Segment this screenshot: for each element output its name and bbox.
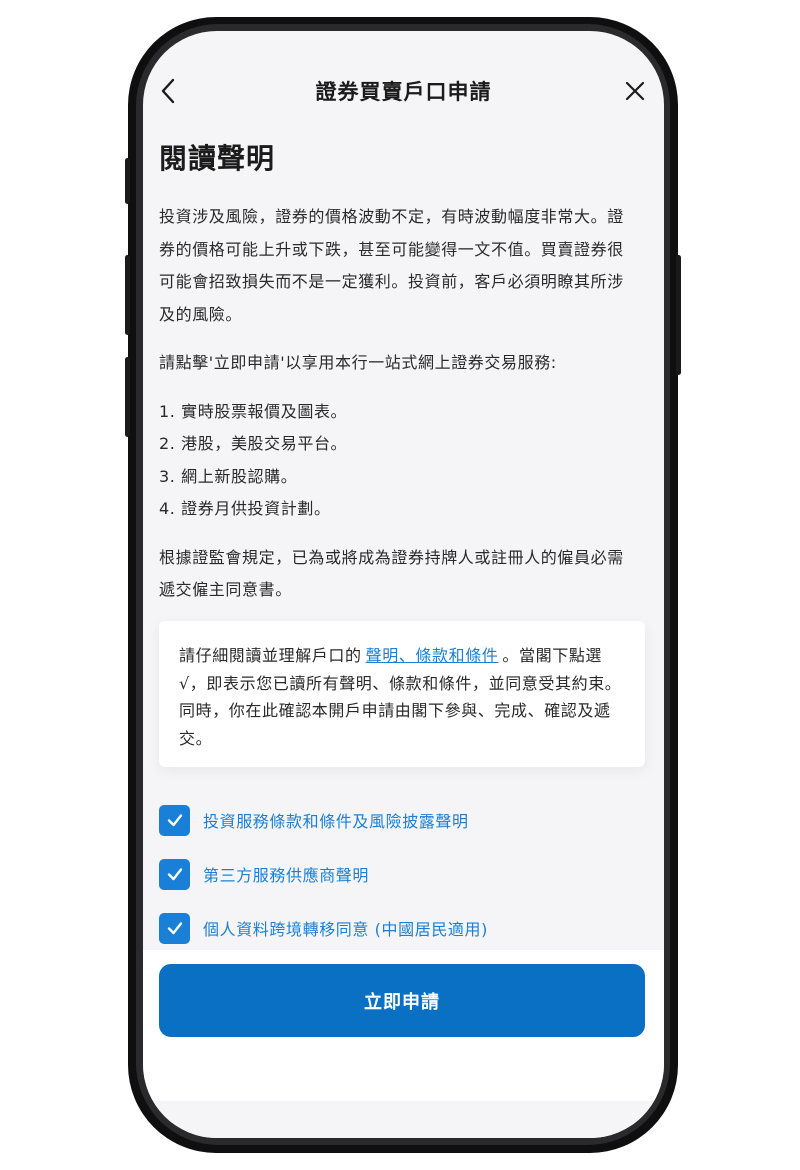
app-screen: 證券買賣戶口申請 閱讀聲明 投資涉及風險，證券的價格波動不定，有時波動幅度非常大… [143, 31, 664, 1138]
page-title: 證券買賣戶口申請 [315, 80, 492, 104]
list-item: 3. 網上新股認購。 [159, 466, 298, 486]
service-list: 1. 實時股票報價及圖表。 2. 港股，美股交易平台。 3. 網上新股認購。 4… [159, 396, 639, 526]
close-icon [625, 81, 645, 101]
close-button[interactable] [623, 78, 647, 104]
terms-link[interactable]: 聲明、條款和條件 [366, 646, 499, 665]
consent-row-data-transfer[interactable]: 個人資料跨境轉移同意 (中國居民適用) [159, 901, 639, 955]
investment-terms-label[interactable]: 投資服務條款和條件及風險披露聲明 [203, 808, 469, 832]
section-heading: 閱讀聲明 [159, 142, 276, 175]
investment-terms-checkbox[interactable] [159, 804, 190, 836]
consent-checkbox-list: 投資服務條款和條件及風險披露聲明 第三方服務供應商聲明 個人資料跨境轉移同意 (… [159, 793, 639, 955]
terms-notice-card: 請仔細閱讀並理解戶口的 聲明、條款和條件 。當閣下點選√，即表示您已讀所有聲明、條款… [159, 621, 645, 767]
list-item: 1. 實時股票報價及圖表。 [159, 401, 348, 421]
third-party-checkbox[interactable] [159, 858, 190, 890]
phone-volume-up-button [125, 255, 130, 335]
notice-text-before: 請仔細閱讀並理解戶口的 [179, 646, 362, 665]
risk-paragraph: 投資涉及風險，證券的價格波動不定，有時波動幅度非常大。證券的價格可能上升或下跌，… [159, 207, 624, 324]
nav-bar: 證券買賣戶口申請 [143, 69, 664, 113]
checkmark-icon [167, 814, 182, 827]
list-item: 2. 港股，美股交易平台。 [159, 434, 348, 453]
statement-content: 閱讀聲明 投資涉及風險，證券的價格波動不定，有時波動幅度非常大。證券的價格可能上… [159, 139, 639, 623]
apply-now-button[interactable]: 立即申請 [159, 964, 645, 1037]
apply-intro-paragraph: 請點擊'立即申請'以享用本行一站式網上證券交易服務: [159, 353, 557, 372]
third-party-label[interactable]: 第三方服務供應商聲明 [203, 862, 369, 886]
phone-volume-down-button [125, 357, 130, 437]
data-transfer-checkbox[interactable] [159, 912, 190, 944]
data-transfer-label[interactable]: 個人資料跨境轉移同意 (中國居民適用) [203, 916, 488, 940]
phone-power-button [676, 255, 681, 375]
checkmark-icon [167, 922, 182, 935]
consent-row-investment-terms[interactable]: 投資服務條款和條件及風險披露聲明 [159, 793, 639, 847]
phone-side-button [125, 158, 130, 204]
consent-row-third-party[interactable]: 第三方服務供應商聲明 [159, 847, 639, 901]
home-indicator-area [143, 1101, 664, 1138]
regulation-paragraph: 根據證監會規定，已為或將成為證券持牌人或註冊人的僱員必需遞交僱主同意書。 [159, 547, 624, 600]
checkmark-icon [167, 868, 182, 881]
list-item: 4. 證券月供投資計劃。 [159, 499, 331, 518]
